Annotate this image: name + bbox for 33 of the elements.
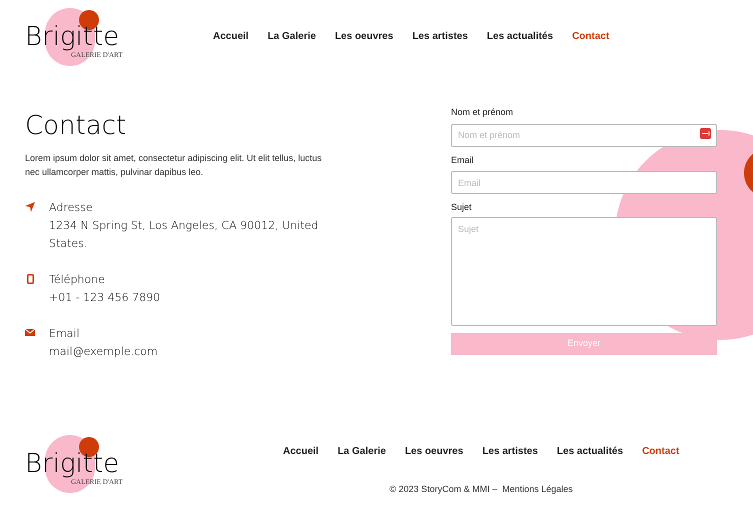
contact-label: Email bbox=[49, 326, 81, 342]
field-label: Email bbox=[451, 154, 475, 166]
contact-value: 1234 N Spring St, Los Angeles, CA 90012, United States. bbox=[49, 218, 320, 252]
logo-name: Brigitte bbox=[25, 24, 120, 50]
input-field[interactable]: Email bbox=[451, 171, 717, 194]
phone-icon bbox=[26, 274, 34, 284]
field-label: Sujet bbox=[451, 201, 473, 213]
location-arrow-icon bbox=[25, 202, 35, 212]
field-label: Nom et prénom bbox=[451, 106, 514, 118]
mail-icon bbox=[25, 329, 35, 336]
nav-link[interactable]: Les actualités bbox=[556, 444, 624, 459]
nav-link[interactable]: Accueil bbox=[213, 28, 249, 44]
nav-link[interactable]: La Galerie bbox=[268, 28, 316, 44]
nav-link[interactable]: Les oeuvres bbox=[404, 444, 464, 459]
autofill-icon[interactable] bbox=[700, 128, 711, 139]
input-field[interactable]: Nom et prénom bbox=[451, 124, 717, 146]
nav-link[interactable]: Les artistes bbox=[482, 444, 538, 459]
nav-link[interactable]: Accueil bbox=[283, 444, 319, 459]
contact-label: Téléphone bbox=[49, 272, 106, 288]
contact-value: mail@exemple.com bbox=[49, 344, 158, 360]
input-field[interactable]: Sujet bbox=[451, 217, 717, 326]
nav-link[interactable]: Les artistes bbox=[412, 28, 468, 44]
nav-link[interactable]: La Galerie bbox=[338, 444, 386, 459]
copyright-text: © 2023 StoryCom & MMI – Mentions Légales bbox=[390, 483, 573, 496]
intro-text: Lorem ipsum dolor sit amet, consectetur adipiscing elit. Ut elit tellus, luctus nec ullamcorper mattis, pulvinar dapibus leo. bbox=[25, 152, 323, 179]
contact-label: Adresse bbox=[49, 200, 94, 216]
nav-link[interactable]: Contact bbox=[572, 28, 610, 44]
page-title: Contact bbox=[25, 113, 128, 139]
contact-value: +01 - 123 456 7890 bbox=[49, 290, 160, 306]
logo-name: Brigitte bbox=[25, 451, 120, 477]
nav-link[interactable]: Les actualités bbox=[486, 28, 554, 44]
nav-link[interactable]: Les oeuvres bbox=[334, 28, 394, 44]
nav-link[interactable]: Contact bbox=[642, 444, 680, 459]
